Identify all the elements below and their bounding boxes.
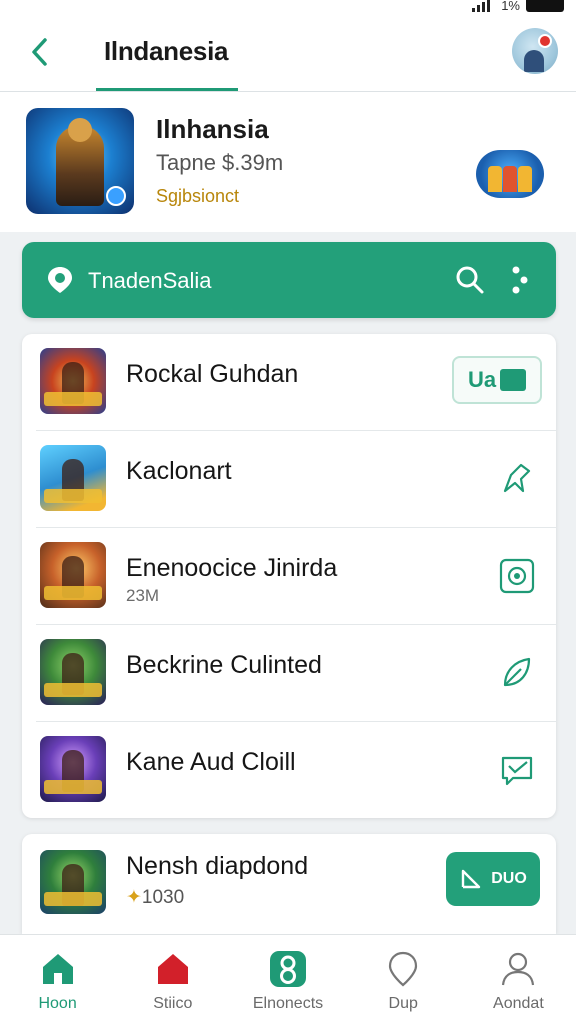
battery-percent: 1%	[501, 0, 520, 13]
tab-home[interactable]: Hoon	[0, 935, 115, 1024]
promoted-game-card[interactable]: Nensh diapdond ✦1030 DUO	[22, 834, 556, 934]
person-icon	[524, 50, 544, 72]
app-header: Ilndanesia	[0, 16, 576, 92]
game-name: Kaclonart	[126, 457, 232, 485]
pencil-action-button[interactable]	[496, 459, 538, 499]
featured-game-artwork	[26, 108, 134, 214]
bottom-tab-bar: Hoon Stiico Elnonects Dup Aondat	[0, 934, 576, 1024]
more-options-button[interactable]	[498, 262, 534, 298]
tab-label: Elnonects	[252, 995, 324, 1012]
tab-location[interactable]: Dup	[346, 935, 461, 1024]
list-item[interactable]: Kane Aud Cloill	[36, 722, 556, 818]
leaf-action-button[interactable]	[496, 653, 538, 693]
game-icon	[40, 445, 106, 511]
verified-badge-icon	[106, 186, 126, 206]
check-icon	[500, 369, 527, 391]
status-bar: 1%	[0, 0, 576, 16]
notification-dot	[538, 34, 552, 48]
install-button[interactable]: Ua	[452, 356, 542, 404]
list-item[interactable]: Rockal Guhdan Ua	[36, 334, 556, 431]
search-icon	[456, 266, 484, 294]
location-icon	[389, 951, 418, 987]
featured-game-card[interactable]: Ilnhansia Tapne $.39m Sgjbsionct	[0, 92, 576, 232]
location-pin-icon	[48, 267, 72, 293]
game-list: Rockal Guhdan Ua Kaclonart Enenoocice Ji…	[22, 334, 556, 818]
battery-icon	[526, 0, 564, 12]
game-name: Kane Aud Cloill	[126, 748, 296, 776]
featured-tag: Sgjbsionct	[156, 186, 240, 206]
leaf-icon	[503, 657, 531, 687]
tab-shop[interactable]: Stiico	[115, 935, 230, 1024]
chevron-left-icon	[32, 38, 47, 66]
back-button[interactable]	[22, 34, 58, 70]
game-name: Nensh diapdond	[126, 852, 309, 880]
featured-subtitle: Tapne $.39m	[156, 150, 284, 175]
price-value: 1030	[141, 887, 185, 908]
page-title: Ilndanesia	[104, 36, 229, 66]
game-icon	[40, 542, 106, 608]
list-item[interactable]: Beckrine Culinted	[36, 625, 556, 722]
arrow-icon	[462, 869, 481, 889]
game-icon	[40, 736, 106, 802]
camera-action-button[interactable]	[496, 556, 538, 596]
active-tab-indicator	[96, 88, 238, 91]
game-name: Enenoocice Jinirda	[126, 554, 338, 582]
play-button[interactable]: DUO	[446, 852, 540, 906]
pencil-icon	[503, 463, 531, 493]
tab-label: Dup	[388, 995, 418, 1012]
price-text: ✦1030	[126, 886, 184, 909]
profile-icon	[502, 952, 535, 986]
message-icon	[501, 756, 533, 786]
game-icon	[40, 639, 106, 705]
list-item[interactable]: Kaclonart	[36, 431, 556, 528]
signal-icon	[472, 0, 490, 12]
game-name: Rockal Guhdan	[126, 360, 299, 388]
coin-icon: ✦	[126, 887, 142, 908]
list-item[interactable]: Enenoocice Jinirda 23M	[36, 528, 556, 625]
shop-icon	[157, 954, 188, 984]
region-search-bar[interactable]: TnadenSalia	[22, 242, 556, 318]
tab-label: Hoon	[38, 995, 77, 1012]
game-icon	[40, 348, 106, 414]
featured-title: Ilnhansia	[156, 114, 269, 144]
camera-icon	[499, 558, 535, 594]
search-bar-label: TnadenSalia	[88, 268, 212, 293]
tab-label: Aondat	[493, 995, 544, 1012]
home-icon	[42, 954, 73, 984]
search-button[interactable]	[452, 262, 488, 298]
play-button-label: DUO	[491, 870, 527, 887]
dots-icon	[512, 266, 528, 294]
avatar[interactable]	[512, 28, 558, 74]
games-icon	[270, 951, 306, 987]
game-name: Beckrine Culinted	[126, 651, 322, 679]
tab-games[interactable]: Elnonects	[230, 935, 345, 1024]
tab-label: Stiico	[153, 995, 193, 1012]
install-button-label: Ua	[467, 367, 497, 392]
game-meta: 23M	[126, 586, 160, 605]
game-icon	[40, 850, 106, 914]
tab-profile[interactable]: Aondat	[461, 935, 576, 1024]
message-action-button[interactable]	[496, 750, 538, 790]
featured-thumbnail[interactable]	[476, 150, 544, 198]
